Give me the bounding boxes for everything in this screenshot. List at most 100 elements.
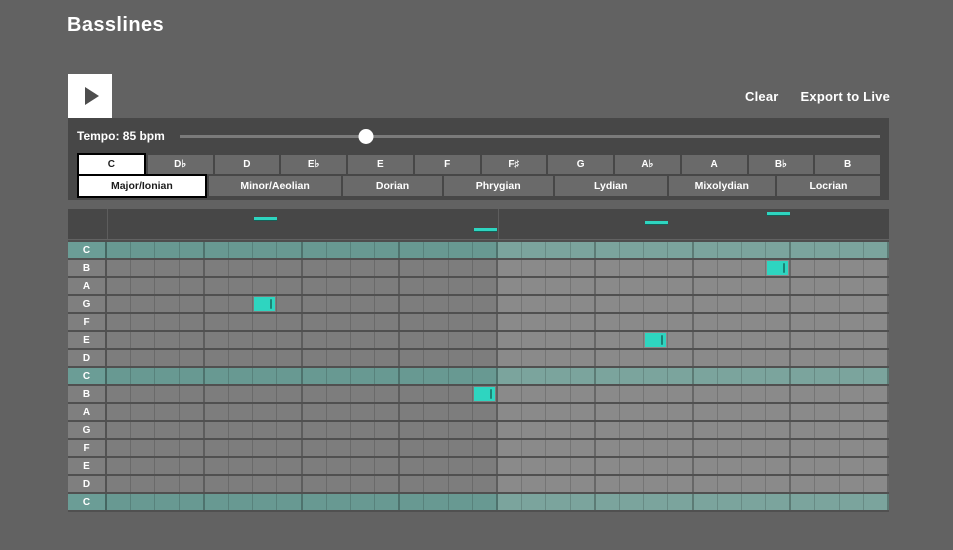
grid-cell[interactable] [424,494,448,510]
grid-cell[interactable] [742,278,766,294]
grid-cell[interactable] [303,314,327,330]
grid-cell[interactable] [668,494,693,510]
grid-cell[interactable] [742,332,766,348]
grid-cell[interactable] [229,296,253,312]
grid-cell[interactable] [375,278,400,294]
grid-cell[interactable] [180,476,205,492]
grid-cell[interactable] [644,260,668,276]
grid-cell[interactable] [351,476,375,492]
grid-cell[interactable] [107,278,131,294]
grid-cell[interactable] [546,422,570,438]
grid-cell[interactable] [205,314,229,330]
grid-cell[interactable] [155,386,179,402]
grid-cell[interactable] [864,386,889,402]
grid-cell[interactable] [498,404,522,420]
grid-cell[interactable] [791,386,815,402]
grid-cell[interactable] [840,332,864,348]
grid-cell[interactable] [375,422,400,438]
grid-cell[interactable] [766,332,791,348]
grid-cell[interactable] [864,332,889,348]
grid-cell[interactable] [253,296,277,312]
grid-cell[interactable] [766,350,791,366]
grid-cell[interactable] [205,494,229,510]
grid-cell[interactable] [375,296,400,312]
grid-cell[interactable] [107,332,131,348]
grid-cell[interactable] [473,242,498,258]
grid-cell[interactable] [327,368,351,384]
grid-cell[interactable] [815,476,839,492]
grid-cell[interactable] [791,404,815,420]
grid-cell[interactable] [668,476,693,492]
grid-cell[interactable] [718,422,742,438]
grid-cell[interactable] [644,242,668,258]
grid-cell[interactable] [400,242,424,258]
grid-cell[interactable] [644,476,668,492]
key-button-F♯[interactable]: F♯ [482,155,547,174]
grid-cell[interactable] [498,386,522,402]
grid-cell[interactable] [620,440,644,456]
grid-cell[interactable] [327,332,351,348]
export-to-live-button[interactable]: Export to Live [801,89,890,104]
grid-cell[interactable] [180,494,205,510]
grid-cell[interactable] [351,242,375,258]
grid-cell[interactable] [571,368,596,384]
grid-cell[interactable] [107,242,131,258]
grid-cell[interactable] [668,242,693,258]
grid-cell[interactable] [303,386,327,402]
grid-cell[interactable] [864,296,889,312]
grid-cell[interactable] [620,494,644,510]
grid-cell[interactable] [668,404,693,420]
grid-cell[interactable] [791,476,815,492]
grid-cell[interactable] [815,296,839,312]
note-block-e[interactable] [645,333,666,347]
grid-cell[interactable] [694,350,718,366]
grid-cell[interactable] [546,494,570,510]
grid-cell[interactable] [229,422,253,438]
grid-cell[interactable] [742,368,766,384]
grid-cell[interactable] [107,404,131,420]
grid-cell[interactable] [498,242,522,258]
grid-cell[interactable] [718,404,742,420]
grid-cell[interactable] [107,494,131,510]
grid-cell[interactable] [498,422,522,438]
grid-cell[interactable] [498,476,522,492]
grid-cell[interactable] [571,332,596,348]
grid-cell[interactable] [400,350,424,366]
grid-cell[interactable] [449,476,473,492]
grid-cell[interactable] [229,440,253,456]
grid-cell[interactable] [327,278,351,294]
grid-cell[interactable] [864,440,889,456]
grid-cell[interactable] [571,386,596,402]
grid-cell[interactable] [766,260,791,276]
grid-cell[interactable] [766,422,791,438]
grid-cell[interactable] [375,476,400,492]
grid-cell[interactable] [864,368,889,384]
grid-cell[interactable] [424,368,448,384]
grid-cell[interactable] [522,242,546,258]
grid-cell[interactable] [864,476,889,492]
grid-cell[interactable] [694,242,718,258]
grid-cell[interactable] [668,422,693,438]
grid-cell[interactable] [277,278,302,294]
grid-cell[interactable] [791,332,815,348]
grid-cell[interactable] [718,296,742,312]
grid-cell[interactable] [815,260,839,276]
grid-cell[interactable] [571,440,596,456]
grid-cell[interactable] [277,314,302,330]
grid-cell[interactable] [229,350,253,366]
key-button-B♭[interactable]: B♭ [749,155,814,174]
grid-cell[interactable] [375,404,400,420]
grid-cell[interactable] [229,260,253,276]
grid-cell[interactable] [303,260,327,276]
grid-cell[interactable] [473,386,498,402]
grid-cell[interactable] [694,332,718,348]
grid-cell[interactable] [303,458,327,474]
grid-cell[interactable] [522,476,546,492]
grid-cell[interactable] [375,242,400,258]
grid-cell[interactable] [449,386,473,402]
grid-cell[interactable] [424,422,448,438]
note-length-handle[interactable] [270,299,272,309]
grid-cell[interactable] [644,494,668,510]
grid-cell[interactable] [205,440,229,456]
grid-cell[interactable] [596,296,620,312]
